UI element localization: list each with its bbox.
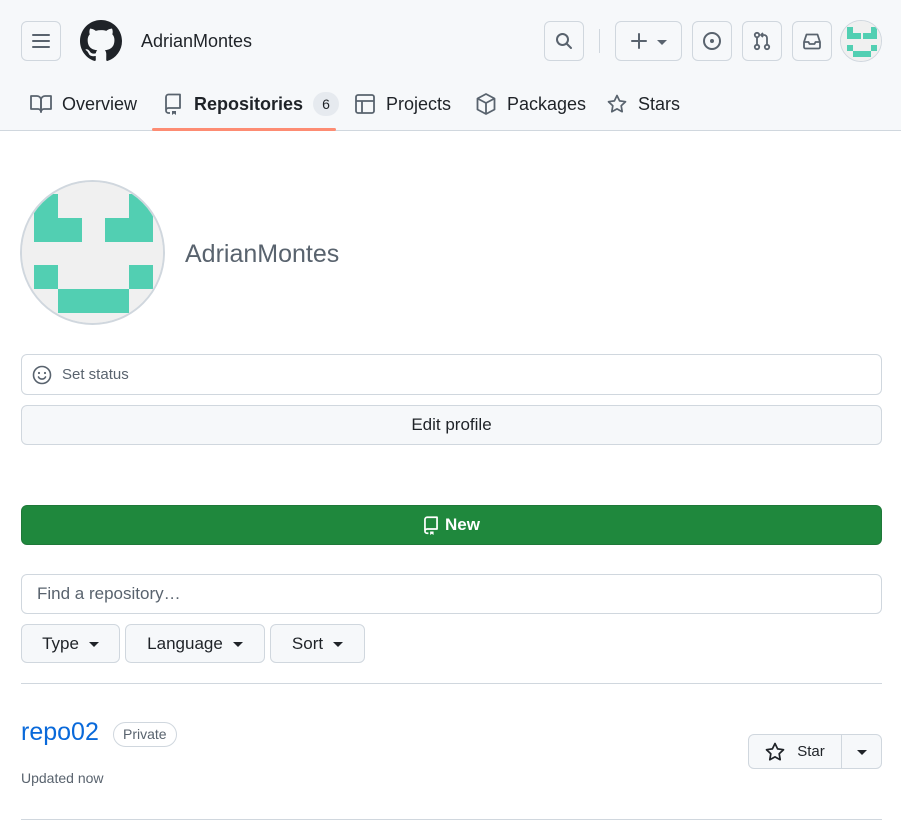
issue-opened-icon	[703, 32, 721, 50]
star-icon	[765, 742, 785, 761]
profile-username: AdrianMontes	[185, 240, 340, 268]
tab-overview[interactable]: Overview	[30, 78, 137, 130]
smiley-icon	[32, 365, 52, 384]
edit-profile-button[interactable]: Edit profile	[21, 405, 882, 445]
tab-stars[interactable]: Stars	[606, 78, 680, 130]
repo-icon	[424, 515, 438, 535]
tab-repositories[interactable]: Repositories 6	[162, 78, 340, 130]
set-status-button[interactable]: Set status	[21, 354, 882, 395]
create-new-button[interactable]	[615, 21, 682, 61]
tab-packages[interactable]: Packages	[475, 78, 586, 130]
github-logo[interactable]	[80, 20, 122, 62]
find-repository-input[interactable]	[21, 574, 882, 614]
tab-projects[interactable]: Projects	[354, 78, 451, 130]
chevron-down-icon	[656, 39, 667, 45]
language-filter-button[interactable]: Language	[125, 624, 265, 663]
inbox-icon	[803, 33, 821, 50]
book-icon	[30, 93, 52, 115]
star-lists-dropdown[interactable]	[842, 735, 881, 768]
git-pull-request-icon	[753, 31, 771, 51]
search-icon	[556, 33, 572, 49]
tab-label: Packages	[507, 93, 587, 114]
pull-requests-button[interactable]	[742, 21, 782, 61]
filter-label: Sort	[291, 633, 324, 653]
menu-button[interactable]	[21, 21, 61, 61]
header-divider	[599, 29, 600, 53]
profile-tabs: Overview Repositories 6 Projects Package…	[0, 78, 901, 131]
search-button[interactable]	[544, 21, 584, 61]
sort-filter-button[interactable]: Sort	[270, 624, 365, 663]
tab-label: Overview	[62, 93, 138, 114]
issues-button[interactable]	[692, 21, 732, 61]
repo-count-badge: 6	[313, 92, 340, 116]
set-status-label: Set status	[62, 366, 129, 383]
plus-icon	[630, 33, 647, 49]
chevron-down-icon	[88, 642, 99, 647]
package-icon	[475, 93, 497, 115]
new-repository-button[interactable]: New	[21, 505, 882, 545]
profile-avatar[interactable]	[20, 180, 165, 325]
tab-label: Stars	[638, 93, 681, 114]
tab-label: Repositories	[194, 93, 304, 114]
repo-name-link[interactable]: repo02	[21, 718, 99, 747]
header-username[interactable]: AdrianMontes	[141, 31, 252, 52]
new-button-label: New	[445, 515, 480, 534]
star-button[interactable]: Star	[749, 735, 842, 768]
chevron-down-icon	[232, 642, 243, 647]
star-button-group: Star	[748, 734, 882, 769]
table-icon	[354, 93, 376, 115]
app-header: AdrianMontes Overview Repositories 6 Pro…	[0, 0, 901, 131]
filter-label: Type	[42, 633, 79, 653]
identicon-icon	[841, 21, 881, 61]
user-avatar[interactable]	[840, 20, 882, 62]
divider	[21, 819, 882, 820]
filter-label: Language	[147, 633, 223, 653]
identicon-icon	[22, 182, 163, 323]
active-tab-indicator	[152, 128, 336, 131]
chevron-down-icon	[333, 642, 344, 647]
chevron-down-icon	[856, 750, 867, 755]
inbox-button[interactable]	[792, 21, 832, 61]
star-label: Star	[797, 743, 825, 760]
hamburger-icon	[32, 34, 50, 48]
tab-label: Projects	[386, 93, 452, 114]
divider	[21, 683, 882, 684]
star-icon	[606, 93, 628, 115]
visibility-badge: Private	[113, 722, 177, 747]
repo-icon	[162, 93, 184, 115]
repo-updated-text: Updated now	[21, 770, 104, 786]
type-filter-button[interactable]: Type	[21, 624, 120, 663]
